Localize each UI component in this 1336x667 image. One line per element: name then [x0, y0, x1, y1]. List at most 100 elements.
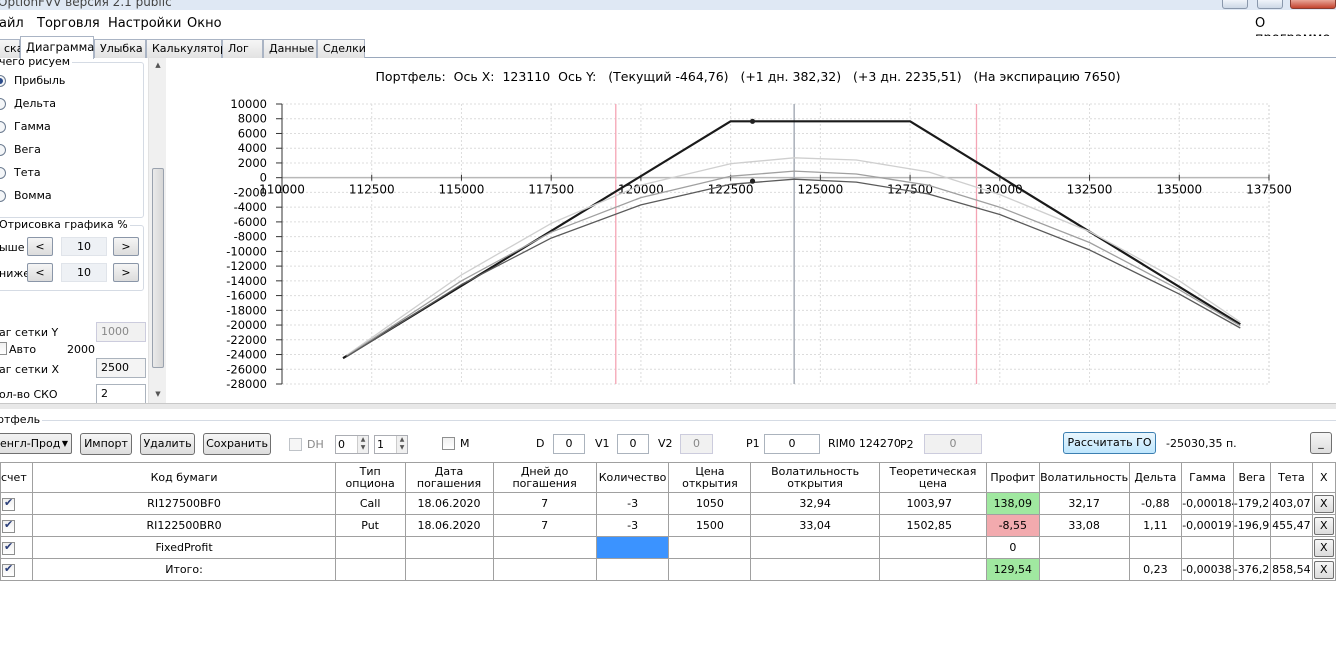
cell-code[interactable]: RI122500BR0 — [32, 514, 336, 537]
spin-arrows-icon[interactable]: ▲ ▼ — [396, 436, 407, 453]
cell-delta[interactable]: -0,88 — [1128, 492, 1183, 515]
cell-qty[interactable]: -3 — [595, 514, 670, 537]
cell-days[interactable] — [492, 536, 597, 559]
col-header-x[interactable]: X — [1311, 462, 1336, 493]
col-header-profit[interactable]: Профит — [986, 462, 1040, 493]
auto-grid-checkbox[interactable] — [0, 342, 7, 355]
cell-type[interactable] — [334, 536, 406, 559]
row-checkbox-cell[interactable] — [0, 514, 34, 537]
row-checkbox[interactable] — [2, 518, 15, 533]
cell-vol-open[interactable] — [750, 536, 880, 559]
minimize-panel-button[interactable]: _ — [1310, 432, 1332, 454]
cell-code[interactable]: RI127500BF0 — [32, 492, 336, 515]
below-increase-button[interactable]: > — [113, 263, 139, 282]
cell-profit[interactable]: 138,09 — [986, 492, 1040, 515]
col-header-calc[interactable]: счет — [0, 462, 34, 493]
spin-arrows-icon[interactable]: ▲ ▼ — [357, 436, 368, 453]
remove-row-button[interactable]: X — [1313, 494, 1334, 513]
table-row[interactable]: RI127500BF0 Call 18.06.2020 7 -3 1050 32… — [0, 492, 1336, 515]
scroll-down-icon[interactable]: ▼ — [153, 390, 163, 400]
cell-vol-open[interactable]: 32,94 — [750, 492, 880, 515]
table-row[interactable]: FixedProfit 0 X — [0, 536, 1336, 559]
tab-deals[interactable]: Сделки — [317, 39, 366, 58]
spin-two[interactable]: 1 ▲ ▼ — [374, 435, 408, 454]
cell-days[interactable]: 7 — [492, 492, 597, 515]
col-header-theo[interactable]: Теоретическая цена — [878, 462, 988, 493]
above-increase-button[interactable]: > — [113, 237, 139, 256]
cell-remove[interactable]: X — [1311, 558, 1336, 581]
cell-profit[interactable]: -8,55 — [986, 514, 1040, 537]
cell-price[interactable]: 1050 — [668, 492, 752, 515]
menu-window[interactable]: Окно — [187, 16, 222, 31]
cell-vega[interactable] — [1232, 536, 1272, 559]
save-button[interactable]: Сохранить — [203, 433, 271, 455]
cell-type[interactable]: Call — [334, 492, 406, 515]
menu-file[interactable]: айл — [0, 16, 24, 31]
calculate-go-button[interactable]: Рассчитать ГО — [1063, 432, 1156, 454]
remove-row-button[interactable]: X — [1313, 516, 1334, 535]
tab-log[interactable]: Лог — [222, 39, 263, 58]
tab-diagram[interactable]: Диаграмма — [20, 36, 94, 59]
col-header-gamma[interactable]: Гамма — [1181, 462, 1234, 493]
cell-theo[interactable] — [878, 536, 988, 559]
col-header-theta[interactable]: Тета — [1270, 462, 1313, 493]
cell-date[interactable]: 18.06.2020 — [404, 492, 494, 515]
tab-smile[interactable]: Улыбка — [94, 39, 146, 58]
cell-vega[interactable]: -196,99 — [1232, 514, 1272, 537]
cell-remove[interactable]: X — [1311, 514, 1336, 537]
cell-remove[interactable]: X — [1311, 536, 1336, 559]
col-header-date[interactable]: Дата погашения — [404, 462, 494, 493]
cell-qty[interactable] — [595, 536, 670, 559]
cell-vol[interactable] — [1038, 536, 1130, 559]
tab-data[interactable]: Данные — [263, 39, 317, 58]
scroll-up-icon[interactable]: ▲ — [153, 61, 163, 71]
cell-type[interactable]: Put — [334, 514, 406, 537]
col-header-qty[interactable]: Количество — [595, 462, 670, 493]
v2-input[interactable]: 0 — [680, 434, 713, 454]
remove-row-button[interactable]: X — [1313, 538, 1334, 557]
cell-date[interactable] — [404, 536, 494, 559]
cell-days[interactable]: 7 — [492, 514, 597, 537]
cell-gamma[interactable] — [1181, 536, 1234, 559]
cell-delta[interactable] — [1128, 536, 1183, 559]
grid-y-input[interactable]: 1000 — [96, 322, 146, 342]
spin-one[interactable]: 0 ▲ ▼ — [335, 435, 369, 454]
above-decrease-button[interactable]: < — [27, 237, 53, 256]
cell-theo[interactable]: 1502,85 — [878, 514, 988, 537]
cell-vol[interactable]: 32,17 — [1038, 492, 1130, 515]
cell-date[interactable]: 18.06.2020 — [404, 514, 494, 537]
col-header-vol[interactable]: Волатильность — [1038, 462, 1130, 493]
v1-input[interactable]: 0 — [617, 434, 649, 454]
cell-vol[interactable]: 33,08 — [1038, 514, 1130, 537]
portfolio-select[interactable]: енгл-Прод ▼ — [0, 433, 72, 454]
row-checkbox-cell[interactable] — [0, 558, 34, 581]
cell-vol-open[interactable]: 33,04 — [750, 514, 880, 537]
row-checkbox[interactable] — [2, 562, 15, 577]
below-decrease-button[interactable]: < — [27, 263, 53, 282]
tab-desk[interactable]: ска — [0, 39, 23, 58]
close-button[interactable] — [1290, 0, 1336, 9]
cell-theta[interactable]: 455,47 — [1270, 514, 1313, 537]
cell-theta[interactable] — [1270, 536, 1313, 559]
d-input[interactable]: 0 — [553, 434, 585, 454]
cell-price[interactable]: 1500 — [668, 514, 752, 537]
row-checkbox[interactable] — [2, 496, 15, 511]
cell-code[interactable]: FixedProfit — [32, 536, 336, 559]
cell-remove[interactable]: X — [1311, 492, 1336, 515]
sko-input[interactable]: 2 — [96, 384, 146, 403]
cell-theo[interactable]: 1003,97 — [878, 492, 988, 515]
import-button[interactable]: Импорт — [80, 433, 132, 455]
cell-theta[interactable]: 403,07 — [1270, 492, 1313, 515]
cell-qty[interactable]: -3 — [595, 492, 670, 515]
cell-delta[interactable]: 1,11 — [1128, 514, 1183, 537]
remove-row-button[interactable]: X — [1313, 560, 1334, 579]
row-checkbox[interactable] — [2, 540, 15, 555]
col-header-vol-open[interactable]: Волатильность открытия — [750, 462, 880, 493]
dh-checkbox[interactable] — [289, 438, 302, 451]
table-total-row[interactable]: Итого: 129,54 0,23 -0,000381 -376,25 858… — [0, 558, 1336, 581]
scrollbar-thumb[interactable] — [152, 168, 164, 368]
menu-settings[interactable]: Настройки — [108, 16, 181, 31]
tab-calculator[interactable]: Калькулятор — [146, 39, 227, 58]
col-header-vega[interactable]: Вега — [1232, 462, 1272, 493]
p2-input[interactable]: 0 — [924, 434, 982, 454]
